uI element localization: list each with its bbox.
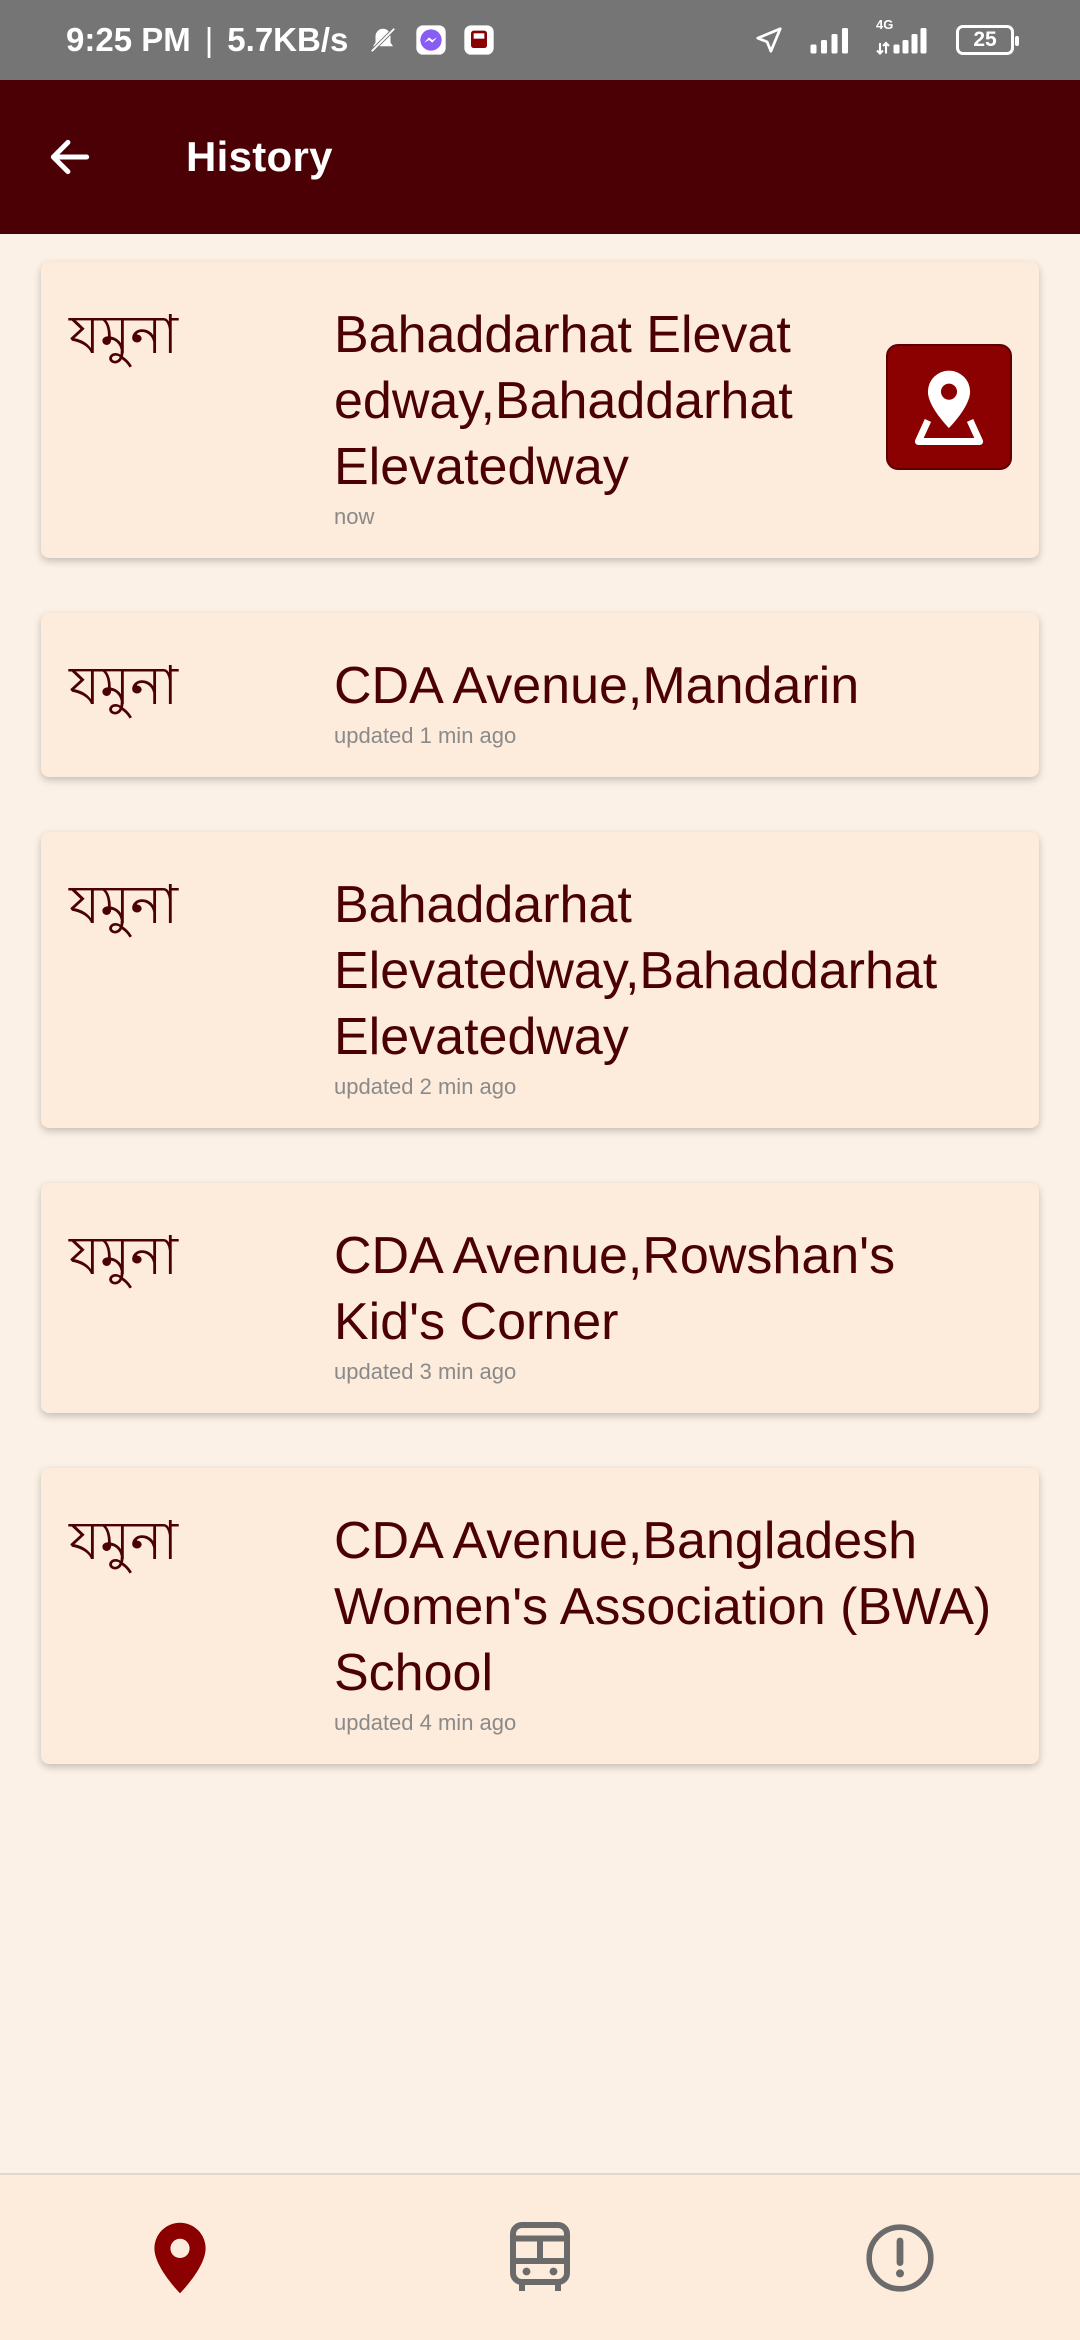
- location-text: CDA Avenue,Bangladesh Women's Associatio…: [334, 1512, 992, 1702]
- network-label: 4G: [876, 17, 894, 32]
- battery-indicator: 25: [956, 25, 1019, 55]
- back-button[interactable]: [34, 121, 106, 193]
- nav-item-bus[interactable]: [480, 2198, 600, 2318]
- alert-circle-icon: [866, 2223, 934, 2292]
- network-speed: 5.7KB/s: [227, 21, 349, 58]
- status-bar: 9:25 PM | 5.7KB/s 4G 25: [0, 0, 1080, 80]
- card-body: Bahaddarhat Elevatedway,Bahaddarhat Elev…: [334, 872, 1009, 1100]
- history-card[interactable]: যমুনা CDA Avenue,Bangladesh Women's Asso…: [41, 1468, 1039, 1764]
- nav-item-alerts[interactable]: [840, 2198, 960, 2318]
- updated-time: updated 1 min ago: [334, 723, 517, 748]
- history-card[interactable]: যমুনা Bahaddarhat Elevatedway,Bahaddarha…: [41, 832, 1039, 1128]
- card-body: CDA Avenue,Rowshan's Kid's Corner update…: [334, 1223, 1009, 1385]
- arrow-left-icon: [50, 139, 90, 175]
- app-bar: History: [0, 80, 1080, 234]
- location-text: Bahaddarhat Elevatedway,Bahaddarhat Elev…: [334, 876, 938, 1066]
- history-list: যমুনা Bahaddarhat Elevat edway,Bahaddarh…: [41, 262, 1039, 1819]
- location-text: CDA Avenue,Rowshan's Kid's Corner: [334, 1227, 896, 1351]
- notification-icons: [366, 23, 496, 57]
- show-on-map-button[interactable]: [886, 344, 1012, 470]
- bus-name: যমুনা: [69, 873, 178, 936]
- history-card[interactable]: যমুনা CDA Avenue,Rowshan's Kid's Corner …: [41, 1183, 1039, 1413]
- card-body: CDA Avenue,Bangladesh Women's Associatio…: [334, 1508, 1009, 1736]
- bus-name: যমুনা: [69, 1224, 178, 1287]
- muted-bell-icon: [366, 23, 400, 57]
- bus-app-icon: [462, 23, 496, 57]
- bus-name: যমুনা: [69, 654, 178, 717]
- card-body: CDA Avenue,Mandarin updated 1 min ago: [334, 653, 1009, 749]
- bus-name: যমুনা: [69, 1509, 178, 1572]
- history-card[interactable]: যমুনা Bahaddarhat Elevat edway,Bahaddarh…: [41, 262, 1039, 558]
- location-text: Bahaddarhat Elevat edway,Bahaddarhat Ele…: [334, 306, 793, 496]
- map-pin-icon: [154, 2222, 206, 2293]
- bus-name: যমুনা: [69, 303, 178, 366]
- updated-time: updated 4 min ago: [334, 1710, 517, 1735]
- status-left: 9:25 PM | 5.7KB/s: [66, 21, 496, 59]
- messenger-icon: [414, 23, 448, 57]
- updated-time: now: [334, 504, 375, 529]
- signal-icon: [808, 23, 852, 57]
- page-title: History: [186, 133, 333, 180]
- updated-time: updated 3 min ago: [334, 1359, 517, 1384]
- status-right: 4G 25: [752, 17, 1019, 57]
- nav-item-location[interactable]: [120, 2198, 240, 2318]
- status-time: 9:25 PM: [66, 21, 191, 58]
- location-arrow-icon: [752, 23, 786, 57]
- location-text: CDA Avenue,Mandarin: [334, 657, 860, 715]
- bottom-navigation: [0, 2173, 1080, 2340]
- status-separator: |: [204, 21, 214, 58]
- bus-icon: [510, 2221, 570, 2291]
- map-pin-on-map-icon: [914, 370, 984, 445]
- battery-level: 25: [973, 28, 997, 51]
- history-card[interactable]: যমুনা CDA Avenue,Mandarin updated 1 min …: [41, 613, 1039, 777]
- signal-4g-icon: 4G: [874, 17, 934, 57]
- updated-time: updated 2 min ago: [334, 1074, 517, 1099]
